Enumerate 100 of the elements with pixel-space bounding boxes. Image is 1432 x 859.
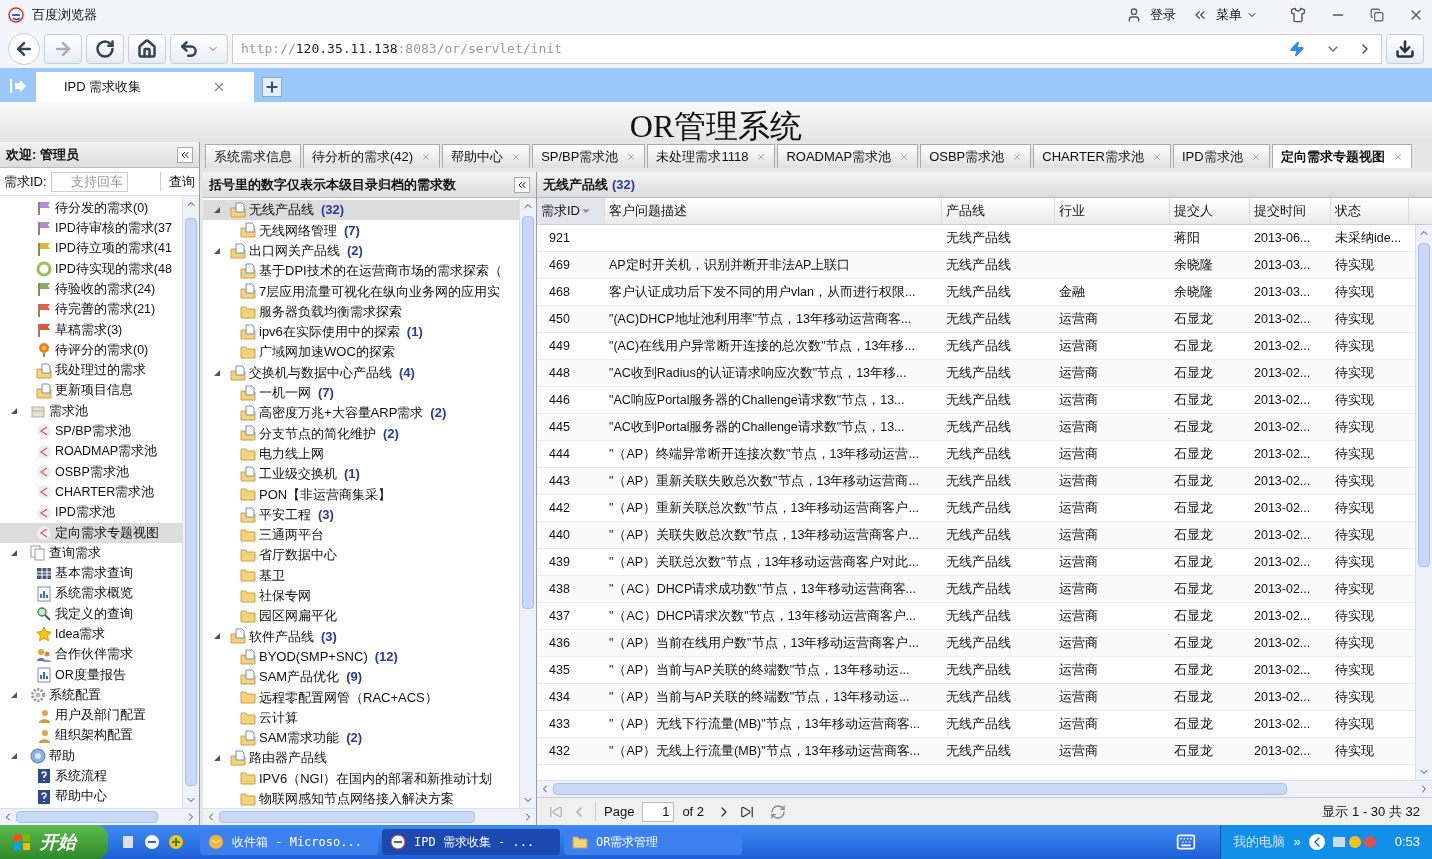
close-tab-icon[interactable] (626, 151, 637, 162)
keyboard-icon[interactable] (1176, 832, 1197, 852)
new-tab-button[interactable] (262, 77, 282, 97)
tree-item[interactable]: 出口网关产品线 (2) (203, 240, 519, 261)
tab[interactable]: 定向需求专题视图 (1271, 144, 1412, 168)
tree-item[interactable]: 定向需求专题视图 (0, 522, 182, 544)
tree-item[interactable]: 待验收的需求(24) (0, 279, 182, 300)
scroll-thumb[interactable] (16, 811, 158, 823)
collapse-triangle-icon[interactable] (213, 754, 221, 763)
tree-item[interactable]: 我定义的查询 (0, 603, 182, 625)
tree-item[interactable]: Idea需求 (0, 624, 182, 645)
tree-item[interactable]: 广域网加速WOC的探索 (203, 342, 519, 363)
tree-item[interactable]: SAM需求功能 (2) (203, 727, 519, 748)
tree-item[interactable]: 基于DPI技术的在运营商市场的需求探索（ (203, 260, 519, 282)
close-tab-icon[interactable] (212, 80, 226, 94)
scroll-thumb[interactable] (553, 783, 1287, 795)
tree-item[interactable]: 三通两平台 (203, 524, 519, 546)
tab[interactable]: 系统需求信息 (205, 144, 301, 168)
last-page-icon[interactable] (740, 804, 755, 819)
tree-item[interactable]: OSBP需求池 (0, 461, 182, 483)
collapse-triangle-icon[interactable] (213, 368, 221, 377)
menu-button[interactable]: 菜单 (1216, 5, 1258, 25)
taskbar-button[interactable]: IPD 需求收集 - ... (382, 829, 560, 855)
column-header[interactable]: 提交时间 (1250, 198, 1331, 224)
first-page-icon[interactable] (549, 804, 563, 819)
tree-item[interactable]: 系统需求概览 (0, 583, 182, 604)
vertical-scrollbar[interactable] (519, 198, 536, 808)
tree-item[interactable]: 更新项目信息 (0, 380, 182, 401)
column-header[interactable]: 产品线 (942, 198, 1055, 224)
close-tab-icon[interactable] (1392, 151, 1403, 162)
search-field[interactable]: 支持回车 (50, 171, 128, 192)
tree-item[interactable]: OR度量报告 (0, 664, 182, 686)
tree-item[interactable]: 工业级交换机 (1) (203, 463, 519, 485)
horizontal-scrollbar[interactable] (0, 808, 199, 825)
tree-item[interactable]: 待分发的需求(0) (0, 198, 182, 219)
tab[interactable]: 未处理需求1118 (647, 144, 776, 168)
tree-item[interactable]: 组织架构配置 (0, 725, 182, 746)
desktop-icon[interactable] (120, 834, 136, 850)
browser-tab[interactable]: IPD 需求收集 (36, 72, 254, 102)
collapse-triangle-icon[interactable] (213, 632, 221, 641)
tree-item[interactable]: 基卫 (203, 565, 519, 586)
tree-item[interactable]: 远程零配置网管（RAC+ACS） (203, 687, 519, 708)
tree-item[interactable]: BYOD(SMP+SNC) (12) (203, 646, 519, 667)
tree-item[interactable]: 路由器产品线 (203, 748, 519, 769)
tree-item[interactable]: 帮助中心 (0, 786, 182, 807)
close-tab-icon[interactable] (756, 151, 767, 162)
tree-item[interactable]: 合作伙伴需求 (0, 644, 182, 665)
collapse-button[interactable] (514, 176, 530, 193)
tree-item[interactable]: 待评分的需求(0) (0, 340, 182, 361)
tree-item[interactable]: 云计算 (203, 707, 519, 728)
tree-item[interactable]: PON【非运营商集采】 (203, 484, 519, 505)
tree-item[interactable]: SAM产品优化 (9) (203, 666, 519, 688)
tree-item[interactable]: 需求池 (0, 400, 182, 422)
tree-item[interactable]: IPD待立项的需求(41 (0, 238, 182, 259)
collapse-button[interactable] (177, 146, 193, 163)
taskbar-button[interactable]: OR需求管理 (564, 829, 742, 855)
tree-item[interactable]: 查询需求 (0, 543, 182, 564)
tab[interactable]: CHARTER需求池 (1033, 144, 1171, 168)
address-bar[interactable]: http://120.35.11.138:8083/or/servlet/init (232, 34, 1382, 64)
column-header[interactable]: 需求ID (537, 198, 605, 224)
close-tab-icon[interactable] (421, 151, 432, 162)
lightning-icon[interactable] (1289, 41, 1305, 57)
vertical-scrollbar[interactable] (1415, 225, 1432, 780)
refresh-button[interactable] (86, 34, 124, 64)
tree-item[interactable]: 一机一网 (7) (203, 382, 519, 403)
restore-icon[interactable] (1370, 8, 1384, 22)
collapse-triangle-icon[interactable] (213, 246, 221, 255)
tree-item[interactable]: 我处理过的需求 (0, 360, 182, 381)
tree-item[interactable]: 平安工程 (3) (203, 504, 519, 525)
tree-item[interactable]: 无线产品线 (32) (203, 200, 519, 221)
horizontal-scrollbar[interactable] (203, 808, 536, 825)
tab[interactable]: 帮助中心 (442, 144, 531, 168)
tab[interactable]: OSBP需求池 (920, 144, 1032, 168)
tree-item[interactable]: 交换机与数据中心产品线 (4) (203, 362, 519, 383)
tree-item[interactable]: 帮助 (0, 746, 182, 767)
download-button[interactable] (1386, 34, 1424, 64)
login-link[interactable]: 登录 (1150, 5, 1176, 25)
tab[interactable]: IPD需求池 (1172, 144, 1270, 168)
tree-item[interactable]: ipv6在实际使用中的探索 (1) (203, 321, 519, 343)
collapse-triangle-icon[interactable] (213, 206, 221, 215)
close-tab-icon[interactable] (1250, 151, 1261, 162)
page-field[interactable]: 1 (642, 801, 675, 822)
tree-item[interactable]: 草稿需求(3) (0, 319, 182, 341)
query-link[interactable]: 查询 (160, 171, 195, 192)
collapse-triangle-icon[interactable] (10, 691, 18, 700)
close-tab-icon[interactable] (1012, 151, 1023, 162)
close-tab-icon[interactable] (511, 151, 522, 162)
tree-item[interactable]: SP/BP需求池 (0, 421, 182, 442)
tree-item[interactable]: 系统配置 (0, 685, 182, 706)
expand-tray-icon[interactable] (1308, 834, 1325, 850)
close-tab-icon[interactable] (899, 151, 910, 162)
scroll-thumb[interactable] (185, 218, 197, 787)
vertical-scrollbar[interactable] (182, 196, 199, 808)
tree-item[interactable]: 物联网感知节点网络接入解决方案 (203, 788, 519, 808)
column-header[interactable]: 行业 (1055, 198, 1170, 224)
plus-circle-icon[interactable] (168, 834, 184, 850)
tree-item[interactable]: IPV6（NGI）在国内的部署和新推动计划 (203, 768, 519, 789)
column-header[interactable]: 提交人 (1170, 198, 1250, 224)
collapse-triangle-icon[interactable] (10, 549, 18, 558)
tree-item[interactable]: 用户及部门配置 (0, 705, 182, 726)
